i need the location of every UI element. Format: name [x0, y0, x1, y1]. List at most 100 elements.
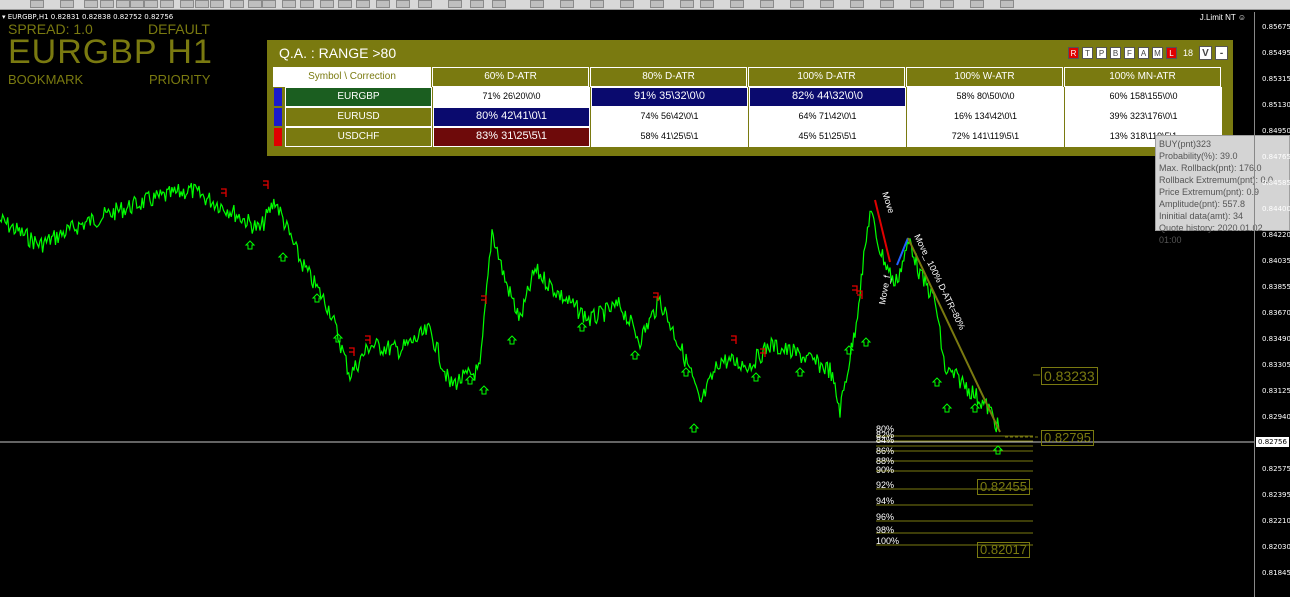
price-tick-label: 0.85130 [1262, 101, 1290, 109]
up-arrow-icon [311, 293, 323, 303]
up-arrow-icon [478, 385, 490, 395]
price-level-box: 0.83233 [1041, 367, 1098, 385]
up-arrow-icon [941, 403, 953, 413]
qa-range-panel: Q.A. : RANGE >80 R T P B F A M L 18 V - Symbol \ C… [267, 40, 1233, 156]
price-tick-label: 0.84765 [1262, 153, 1290, 161]
correction-cell[interactable]: 83% 31\25\5\1 [433, 127, 590, 147]
price-tick-label: 0.82395 [1262, 491, 1290, 499]
level-label: 100% [876, 536, 900, 546]
price-tick-label: 0.83670 [1262, 309, 1290, 317]
minimize-button[interactable]: - [1215, 46, 1228, 60]
level-label: 96% [876, 512, 895, 522]
price-series-line [0, 182, 1000, 433]
filter-button-f[interactable]: F [1123, 47, 1135, 59]
price-tick-label: 0.84585 [1262, 179, 1290, 187]
price-tick-label: 0.82030 [1262, 543, 1290, 551]
filter-button-l[interactable]: L [1165, 47, 1177, 59]
up-arrow-icon [244, 240, 256, 250]
move-label: Move [880, 191, 896, 215]
correction-cell[interactable]: 71% 26\20\0\0 [433, 87, 590, 107]
filter-button-m[interactable]: M [1151, 47, 1163, 59]
current-price-tag: 0.82756 [1256, 437, 1289, 447]
level-label: 84% [876, 435, 895, 445]
price-tick-label: 0.85675 [1262, 23, 1290, 31]
symbol-cell[interactable]: USDCHF [285, 127, 432, 147]
level-label: 90% [876, 465, 895, 475]
panel-toolbar: R T P B F A M L 18 V - [1067, 46, 1228, 60]
row-color-marker [274, 88, 282, 106]
down-signal-icon [852, 285, 858, 294]
filter-button-p[interactable]: P [1095, 47, 1107, 59]
filter-button-b[interactable]: B [1109, 47, 1121, 59]
table-header-row: Symbol \ Correction 60% D-ATR 80% D-ATR 100… [273, 67, 1223, 87]
correction-cell[interactable]: 58% 80\50\0\0 [907, 87, 1064, 107]
down-signal-icon [731, 335, 737, 344]
level-label: 98% [876, 525, 895, 535]
correction-cell[interactable]: 60% 158\155\0\0 [1065, 87, 1222, 107]
column-header[interactable]: 100% W-ATR [906, 67, 1063, 87]
correction-cell[interactable]: 80% 42\41\0\1 [433, 107, 590, 127]
up-arrow-icon [860, 337, 872, 347]
price-tick-label: 0.83305 [1262, 361, 1290, 369]
correction-cell[interactable]: 39% 323\176\0\1 [1065, 107, 1222, 127]
price-tick-label: 0.83490 [1262, 335, 1290, 343]
bookmark-label[interactable]: BOOKMARK [8, 72, 83, 87]
price-tick-label: 0.85495 [1262, 49, 1290, 57]
up-arrow-icon [576, 322, 588, 332]
priority-label[interactable]: PRIORITY [149, 72, 210, 87]
filter-button-a[interactable]: A [1137, 47, 1149, 59]
row-color-marker [274, 108, 282, 126]
column-header[interactable]: 100% D-ATR [748, 67, 905, 87]
panel-title: Q.A. : RANGE >80 [279, 45, 397, 61]
up-arrow-icon [506, 335, 518, 345]
column-header[interactable]: 60% D-ATR [432, 67, 589, 87]
filter-button-r[interactable]: R [1067, 47, 1079, 59]
up-arrow-icon [688, 423, 700, 433]
price-axis[interactable]: 0.85675 0.85495 0.85315 0.85130 0.84950 0.847… [1254, 12, 1290, 597]
price-tick-label: 0.84400 [1262, 205, 1290, 213]
price-level-box: 0.82795 [1041, 430, 1094, 446]
correction-cell[interactable]: 82% 44\32\0\0 [749, 87, 906, 107]
down-signal-icon [263, 180, 269, 189]
column-header[interactable]: Symbol \ Correction [273, 67, 431, 87]
chart-symbol-title: EURGBP H1 [8, 33, 213, 71]
correction-cell[interactable]: 91% 35\32\0\0 [591, 87, 748, 107]
symbol-cell[interactable]: EURGBP [285, 87, 432, 107]
price-tick-label: 0.85315 [1262, 75, 1290, 83]
price-level-box: 0.82017 [977, 542, 1030, 558]
table-row: EURGBP 71% 26\20\0\0 91% 35\32\0\0 82% 44\3… [273, 87, 1223, 107]
up-arrow-icon [992, 445, 1004, 455]
correction-cell[interactable]: 74% 56\42\0\1 [591, 107, 748, 127]
level-label: 92% [876, 480, 895, 490]
filter-button-t[interactable]: T [1081, 47, 1093, 59]
up-arrow-icon [680, 367, 692, 377]
up-arrow-icon [464, 375, 476, 385]
move-label: Move_ 100% D-ATR=80% [912, 232, 967, 331]
column-header[interactable]: 100% MN-ATR [1064, 67, 1221, 87]
correction-cell[interactable]: 58% 41\25\5\1 [591, 127, 748, 147]
correction-cell[interactable]: 72% 141\119\5\1 [907, 127, 1064, 147]
view-button[interactable]: V [1199, 46, 1212, 60]
symbol-info-line: ▾ EURGBP,H1 0.82831 0.82838 0.82752 0.82… [2, 13, 174, 21]
price-tick-label: 0.82575 [1262, 465, 1290, 473]
up-arrow-icon [969, 403, 981, 413]
correction-cell[interactable]: 16% 134\42\0\1 [907, 107, 1064, 127]
price-tick-label: 0.83855 [1262, 283, 1290, 291]
column-header[interactable]: 80% D-ATR [590, 67, 747, 87]
level-label: 86% [876, 446, 895, 456]
level-label: 94% [876, 496, 895, 506]
up-arrow-icon [277, 252, 289, 262]
up-arrow-icon [794, 367, 806, 377]
correction-cell[interactable]: 64% 71\42\0\1 [749, 107, 906, 127]
price-level-box: 0.82455 [977, 479, 1030, 495]
price-tick-label: 0.82940 [1262, 413, 1290, 421]
down-signal-icon [221, 188, 227, 197]
symbol-cell[interactable]: EURUSD [285, 107, 432, 127]
down-signal-icon [349, 347, 355, 356]
correction-cell[interactable]: 45% 51\25\5\1 [749, 127, 906, 147]
table-row: EURUSD 80% 42\41\0\1 74% 56\42\0\1 64% 71\4… [273, 107, 1223, 127]
result-count: 18 [1182, 48, 1193, 58]
price-tick-label: 0.84220 [1262, 231, 1290, 239]
price-tick-label: 0.81845 [1262, 569, 1290, 577]
table-row: USDCHF 83% 31\25\5\1 58% 41\25\5\1 45% 51\2… [273, 127, 1223, 147]
